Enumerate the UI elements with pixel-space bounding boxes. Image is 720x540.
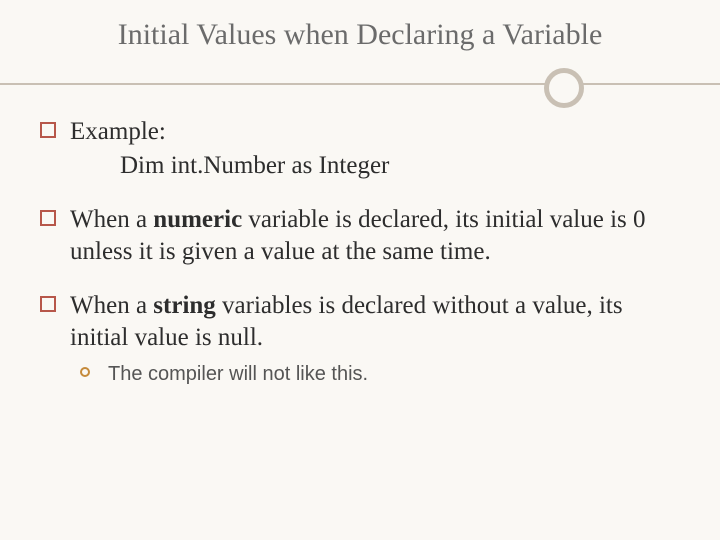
item-1-indent: Dim int.Number as Integer [70, 150, 680, 182]
slide: Initial Values when Declaring a Variable… [0, 0, 720, 540]
square-bullet-icon [40, 122, 56, 138]
sub-bullet-text: The compiler will not like this. [108, 363, 368, 385]
item-1-lead: Example: [70, 118, 166, 145]
sub-bullet: The compiler will not like this. [70, 362, 680, 388]
square-bullet-icon [40, 210, 56, 226]
ring-accent-icon [544, 68, 584, 108]
square-bullet-icon [40, 296, 56, 312]
bullet-item-3: When a string variables is declared with… [40, 290, 680, 388]
item-2-pre: When a [70, 206, 153, 233]
bullet-item-1: Example: Dim int.Number as Integer [40, 116, 680, 182]
title-divider [40, 68, 680, 102]
item-3-pre: When a [70, 292, 153, 319]
slide-title: Initial Values when Declaring a Variable [40, 18, 680, 52]
circle-bullet-icon [80, 367, 90, 377]
bullet-item-2: When a numeric variable is declared, its… [40, 204, 680, 268]
horizontal-rule [0, 83, 720, 85]
item-3-bold: string [153, 292, 216, 319]
slide-body: Example: Dim int.Number as Integer When … [40, 116, 680, 388]
item-2-bold: numeric [153, 206, 242, 233]
